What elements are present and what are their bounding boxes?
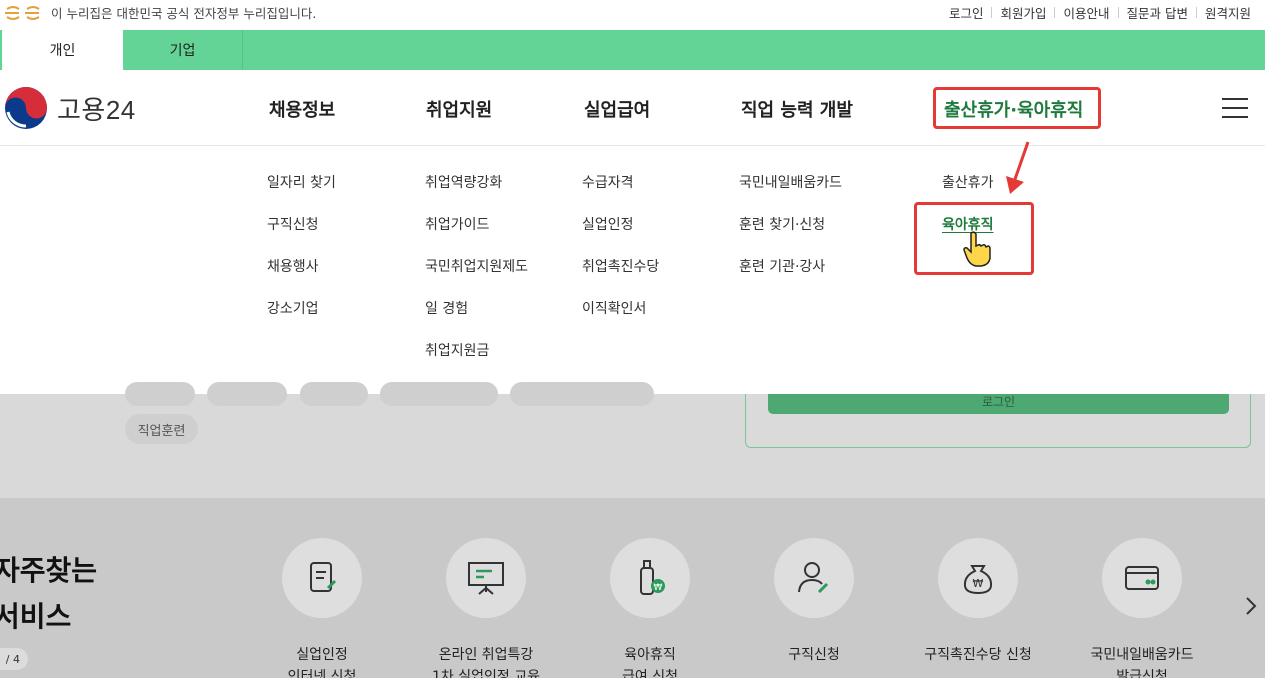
keyword-chip[interactable] (380, 382, 498, 406)
remote-support-link[interactable]: 원격지원 (1205, 3, 1251, 22)
qna-link[interactable]: 질문과 답변 (1127, 3, 1188, 22)
mega-menu: 일자리 찾기 구직신청 채용행사 강소기업 취업역량강화 취업가이드 국민취업지… (0, 147, 1265, 394)
baby-bottle-won-icon: ₩ (640, 560, 665, 595)
presentation-board-icon (468, 562, 504, 595)
gnb-employment-support[interactable]: 취업지원 (426, 96, 492, 122)
service-job-application[interactable]: 구직신청 (739, 538, 889, 666)
submenu-small-giant[interactable]: 강소기업 (267, 300, 336, 342)
service-unemployment-certification[interactable]: 실업인정 인터넷 신청 (247, 538, 397, 678)
keyword-chip[interactable] (207, 382, 287, 406)
card-icon (1125, 566, 1159, 590)
tab-business[interactable]: 기업 (123, 30, 243, 70)
gnb-job-info[interactable]: 채용정보 (269, 96, 335, 122)
signup-link[interactable]: 회원가입 (1000, 3, 1046, 22)
service-online-lecture[interactable]: 온라인 취업특강 1차 실업인정 교육 (411, 538, 561, 678)
gnb-unemployment-benefit[interactable]: 실업급여 (584, 96, 650, 122)
services-pager: / 4 (0, 648, 28, 670)
services-title: 자주찾는 서비스 (0, 554, 98, 633)
submenu-promotion-allowance[interactable]: 취업촉진수당 (582, 258, 659, 300)
keyword-chip[interactable] (510, 382, 654, 406)
submenu-work-experience[interactable]: 일 경험 (425, 300, 528, 342)
submenu-job-application[interactable]: 구직신청 (267, 216, 336, 258)
money-bag-won-icon: ₩ (963, 565, 993, 595)
taeguk-emblem-icon (5, 87, 47, 129)
submenu-unemployment-certification[interactable]: 실업인정 (582, 216, 659, 258)
audience-tabbar: 개인 기업 (0, 30, 1265, 70)
utility-links: 로그인 회원가입 이용안내 질문과 답변 원격지원 (949, 0, 1251, 25)
gnb-vocational-training[interactable]: 직업 능력 개발 (741, 96, 853, 122)
hamburger-menu-icon[interactable] (1222, 98, 1248, 118)
submenu-employment-subsidy[interactable]: 취업지원금 (425, 342, 528, 384)
frequent-services-section: 자주찾는 서비스 / 4 실업인정 인터넷 신청 온라인 취업특강 1차 실업인정 … (0, 498, 1265, 678)
submenu-capacity-building[interactable]: 취업역량강화 (425, 174, 528, 216)
svg-text:₩: ₩ (654, 583, 663, 593)
gov-banner-text: 이 누리집은 대한민국 공식 전자정부 누리집입니다. (51, 6, 317, 21)
document-pen-icon (310, 562, 337, 592)
gov-banner: 이 누리집은 대한민국 공식 전자정부 누리집입니다. 로그인 회원가입 이용안… (0, 0, 1265, 25)
submenu-career-guide[interactable]: 취업가이드 (425, 216, 528, 258)
submenu-training-search[interactable]: 훈련 찾기·신청 (739, 216, 842, 258)
submenu-column-job-info: 일자리 찾기 구직신청 채용행사 강소기업 (267, 174, 336, 342)
service-parental-leave-benefit[interactable]: ₩ 육아휴직 급여 신청 (575, 538, 725, 678)
keyword-chip[interactable] (300, 382, 368, 406)
brand-logo[interactable]: 고용24 (4, 86, 136, 130)
svg-text:₩: ₩ (973, 577, 984, 590)
submenu-column-unemployment-benefit: 수급자격 실업인정 취업촉진수당 이직확인서 (582, 174, 659, 342)
keyword-chip[interactable] (125, 382, 195, 406)
submenu-separation-certificate[interactable]: 이직확인서 (582, 300, 659, 342)
submenu-job-fair[interactable]: 채용행사 (267, 258, 336, 300)
submenu-column-employment-support: 취업역량강화 취업가이드 국민취업지원제도 일 경험 취업지원금 (425, 174, 528, 384)
egov-logo-icon (5, 5, 40, 20)
submenu-job-search[interactable]: 일자리 찾기 (267, 174, 336, 216)
guide-link[interactable]: 이용안내 (1063, 3, 1109, 22)
service-learning-card-issue[interactable]: 국민내일배움카드 발급신청 (1067, 538, 1217, 678)
tab-personal[interactable]: 개인 (2, 30, 123, 70)
submenu-training-institution[interactable]: 훈련 기관·강사 (739, 258, 842, 300)
login-button[interactable]: 로그인 (768, 394, 1229, 414)
chevron-right-icon[interactable] (1242, 594, 1260, 618)
brand-name: 고용24 (57, 94, 136, 125)
person-pen-icon (798, 562, 829, 594)
submenu-column-vocational-training: 국민내일배움카드 훈련 찾기·신청 훈련 기관·강사 (739, 174, 842, 300)
annotation-arrow-icon (1006, 141, 1030, 194)
submenu-national-employment-support[interactable]: 국민취업지원제도 (425, 258, 528, 300)
submenu-eligibility[interactable]: 수급자격 (582, 174, 659, 216)
hand-pointer-cursor-icon (963, 231, 991, 267)
submenu-learning-card[interactable]: 국민내일배움카드 (739, 174, 842, 216)
annotation-highlight-gnb (933, 87, 1101, 129)
login-link[interactable]: 로그인 (949, 3, 984, 22)
service-job-seeking-allowance[interactable]: ₩ 구직촉진수당 신청 (903, 538, 1053, 666)
keyword-chip-training[interactable]: 직업훈련 (125, 414, 198, 444)
login-panel: 로그인 (745, 394, 1251, 448)
